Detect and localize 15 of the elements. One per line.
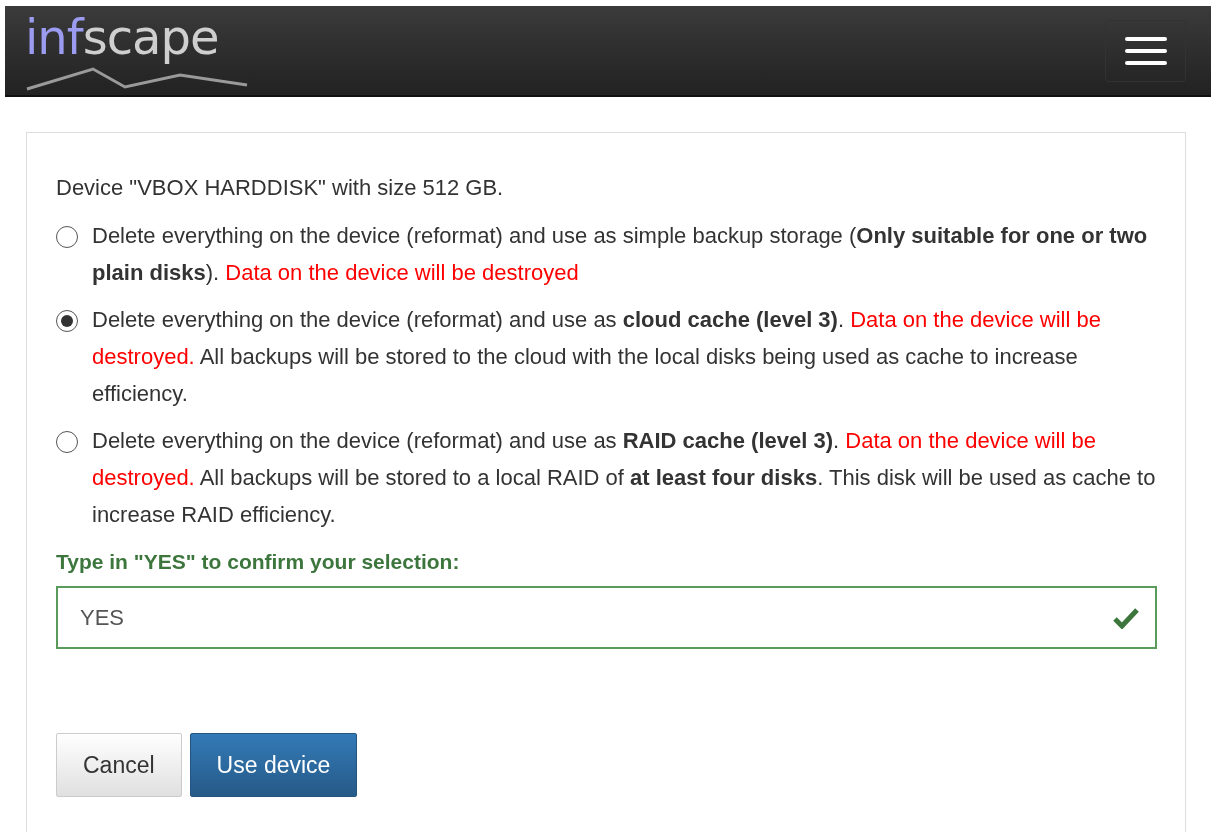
menu-button[interactable]: [1105, 19, 1186, 82]
confirm-label: Type in "YES" to confirm your selection:: [56, 549, 461, 575]
device-info: Device "VBOX HARDDISK" with size 512 GB.: [56, 174, 505, 202]
confirm-field[interactable]: YES: [56, 586, 1157, 649]
radio-button[interactable]: [56, 226, 78, 248]
logo[interactable]: infscape: [25, 10, 255, 91]
option-label: Delete everything on the device (reformat) and use as cloud cache (level 3). Data on the device will be destroyed. All backups will be stored to the cloud with the local disks being used as cache to increase efficiency.: [92, 306, 1102, 408]
cancel-button[interactable]: Cancel: [56, 733, 182, 797]
use-device-button[interactable]: Use device: [189, 733, 358, 797]
option-label: Delete everything on the device (reformat) and use as simple backup storage (Only suitable for one or two plain disks). Data on the device will be destroyed: [92, 222, 1149, 287]
option-label: Delete everything on the device (reformat) and use as RAID cache (level 3). Data on the device will be destroyed. All backups will be stored to a local RAID of at least four disks. This disk will be used as cache to increase RAID efficiency.: [92, 427, 1156, 529]
radio-button[interactable]: [56, 431, 78, 453]
radio-button[interactable]: [56, 310, 78, 332]
checkmark-icon: [1113, 606, 1139, 629]
field-value: YES: [80, 604, 125, 632]
